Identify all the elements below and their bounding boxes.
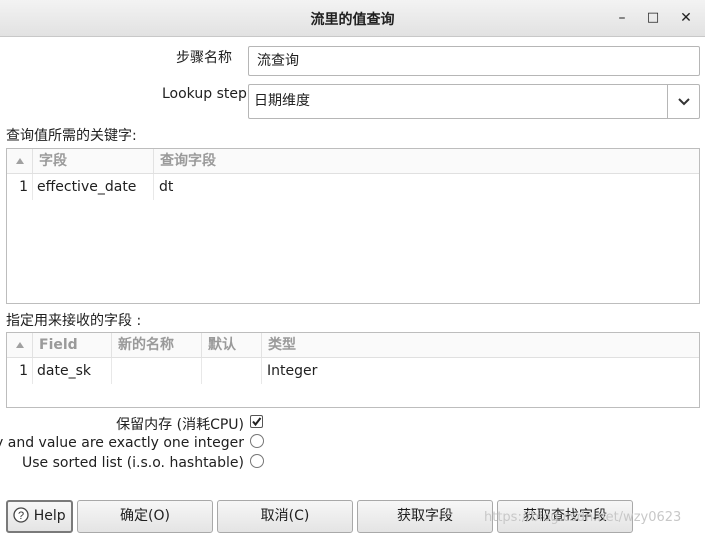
fields-section-label: 指定用来接收的字段 : [6, 313, 142, 329]
step-name-label: 步骤名称 [176, 50, 232, 66]
cancel-button[interactable]: 取消(C) [217, 500, 353, 533]
window-title: 流里的值查询 [310, 12, 395, 28]
fields-col-default[interactable]: 默认 [202, 333, 262, 357]
keys-section-label: 查询值所需的关键字: [6, 128, 137, 144]
get-fields-button[interactable]: 获取字段 [357, 500, 493, 533]
fields-table[interactable]: Field 新的名称 默认 类型 1 date_sk Integer [6, 332, 700, 408]
sorted-list-radio[interactable] [250, 454, 264, 468]
fields-cell-default[interactable] [202, 358, 262, 384]
keys-col-field[interactable]: 字段 [33, 149, 154, 173]
svg-text:?: ? [18, 510, 24, 522]
help-button[interactable]: ? Help [6, 500, 73, 533]
keys-cell-lookup-field[interactable]: dt [154, 174, 699, 200]
one-integer-label: Key and value are exactly one integer [0, 435, 244, 451]
row-number: 1 [7, 174, 33, 200]
lookup-step-select[interactable]: 日期维度 [248, 84, 700, 119]
keys-table-header: 字段 查询字段 [7, 149, 699, 174]
table-row[interactable]: 1 date_sk Integer [7, 358, 699, 384]
help-button-label: Help [33, 508, 66, 524]
fields-cell-new-name[interactable] [112, 358, 202, 384]
fields-cell-type[interactable]: Integer [262, 358, 699, 384]
fields-cell-field[interactable]: date_sk [33, 358, 112, 384]
keys-cell-field[interactable]: effective_date [33, 174, 154, 200]
step-name-input[interactable]: 流查询 [248, 46, 700, 76]
table-row[interactable]: 1 effective_date dt [7, 174, 699, 200]
row-number: 1 [7, 358, 33, 384]
title-bar: 流里的值查询 – □ ✕ [0, 0, 705, 37]
sort-up-icon[interactable] [7, 149, 33, 173]
minimize-button[interactable]: – [612, 8, 632, 28]
check-icon [252, 417, 262, 427]
chevron-down-icon[interactable] [667, 85, 699, 118]
ok-button[interactable]: 确定(O) [77, 500, 213, 533]
get-lookup-fields-button[interactable]: 获取查找字段 [497, 500, 633, 533]
sort-up-icon[interactable] [7, 333, 33, 357]
lookup-step-label: Lookup step [162, 86, 247, 102]
preserve-memory-label: 保留内存 (消耗CPU) [116, 417, 244, 433]
fields-col-type[interactable]: 类型 [262, 333, 699, 357]
keys-col-lookup-field[interactable]: 查询字段 [154, 149, 699, 173]
fields-table-header: Field 新的名称 默认 类型 [7, 333, 699, 358]
fields-col-field[interactable]: Field [33, 333, 112, 357]
maximize-button[interactable]: □ [643, 8, 663, 28]
help-icon: ? [13, 507, 29, 523]
one-integer-radio[interactable] [250, 434, 264, 448]
keys-table[interactable]: 字段 查询字段 1 effective_date dt [6, 148, 700, 304]
step-name-value: 流查询 [257, 53, 299, 69]
sorted-list-label: Use sorted list (i.s.o. hashtable) [22, 455, 244, 471]
fields-col-new-name[interactable]: 新的名称 [112, 333, 202, 357]
preserve-memory-checkbox[interactable] [250, 415, 263, 428]
lookup-step-value: 日期维度 [254, 93, 310, 109]
close-button[interactable]: ✕ [676, 8, 696, 28]
